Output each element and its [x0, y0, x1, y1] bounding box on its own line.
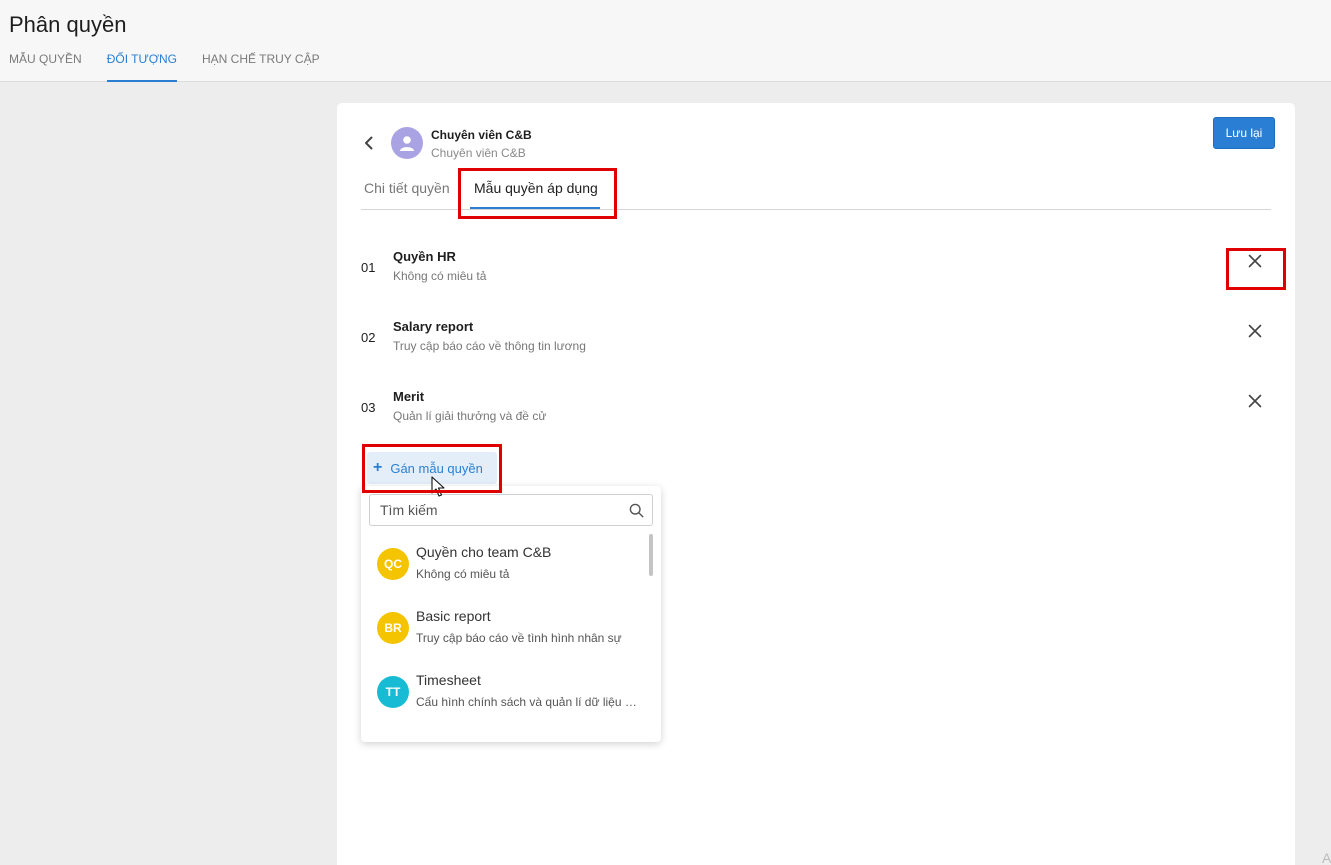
dropdown-item[interactable]: BR Basic report Truy cập báo cáo về tình… — [361, 608, 649, 664]
permission-name: Merit — [393, 389, 425, 404]
permission-row: 03 Merit Quản lí giải thưởng và đề cử — [361, 389, 1271, 439]
permission-name: Salary report — [393, 319, 474, 334]
top-bar: Phân quyền MẪU QUYỀN ĐỐI TƯỢNG HẠN CHẾ T… — [0, 0, 1331, 82]
assign-template-button[interactable]: + Gán mẫu quyền — [367, 452, 497, 484]
search-icon[interactable] — [629, 503, 644, 518]
user-icon — [399, 136, 415, 151]
permission-index: 01 — [361, 260, 376, 275]
search-input[interactable] — [370, 495, 620, 525]
template-avatar: BR — [377, 612, 409, 644]
tab-chi-tiet-quyen[interactable]: Chi tiết quyền — [364, 180, 450, 196]
permission-description: Quản lí giải thưởng và đề cử — [393, 409, 547, 423]
permission-index: 02 — [361, 330, 376, 345]
remove-permission-icon[interactable] — [1247, 253, 1263, 269]
dropdown-item[interactable]: TT Timesheet Cấu hình chính sách và quản… — [361, 672, 649, 728]
tab-mau-quyen-ap-dung[interactable]: Mẫu quyền áp dụng — [474, 180, 598, 196]
template-name: Timesheet — [416, 672, 481, 688]
dropdown-scrollbar[interactable] — [649, 534, 653, 576]
tab-han-che-truy-cap[interactable]: HẠN CHẾ TRUY CẬP — [202, 52, 320, 82]
tab-mau-quyen[interactable]: MẪU QUYỀN — [9, 52, 82, 82]
remove-permission-icon[interactable] — [1247, 393, 1263, 409]
top-tabs: MẪU QUYỀN ĐỐI TƯỢNG HẠN CHẾ TRUY CẬP — [9, 52, 345, 82]
assign-template-label: Gán mẫu quyền — [390, 460, 483, 476]
template-dropdown: QC Quyền cho team C&B Không có miêu tả B… — [361, 486, 661, 742]
sub-tabs: Chi tiết quyền Mẫu quyền áp dụng — [361, 170, 1271, 210]
search-box — [369, 494, 653, 526]
back-arrow-icon[interactable] — [361, 135, 377, 151]
template-avatar: QC — [377, 548, 409, 580]
template-avatar: TT — [377, 676, 409, 708]
save-button[interactable]: Lưu lại — [1213, 117, 1275, 149]
active-tab-indicator — [470, 207, 600, 209]
corner-mark: A — [1322, 850, 1331, 865]
permission-name: Quyền HR — [393, 249, 456, 264]
object-name: Chuyên viên C&B — [431, 128, 532, 142]
template-description: Truy cập báo cáo về tình hình nhân sự — [416, 631, 622, 645]
permission-description: Không có miêu tả — [393, 269, 487, 283]
permission-row: 01 Quyền HR Không có miêu tả — [361, 249, 1271, 299]
dropdown-item[interactable]: QC Quyền cho team C&B Không có miêu tả — [361, 544, 649, 600]
template-name: Quyền cho team C&B — [416, 544, 552, 560]
detail-card: Chuyên viên C&B Chuyên viên C&B Lưu lại … — [337, 103, 1295, 865]
permission-index: 03 — [361, 400, 376, 415]
tab-doi-tuong[interactable]: ĐỐI TƯỢNG — [106, 52, 178, 82]
template-description: Cấu hình chính sách và quản lí dữ liệu n… — [416, 695, 641, 709]
page-title: Phân quyền — [9, 12, 127, 37]
permission-description: Truy cập báo cáo về thông tin lương — [393, 339, 586, 353]
template-description: Không có miêu tả — [416, 567, 510, 581]
plus-icon: + — [373, 459, 383, 476]
permission-row: 02 Salary report Truy cập báo cáo về thô… — [361, 319, 1271, 369]
remove-permission-icon[interactable] — [1247, 323, 1263, 339]
template-name: Basic report — [416, 608, 491, 624]
avatar — [391, 127, 423, 159]
object-subtitle: Chuyên viên C&B — [431, 146, 526, 160]
